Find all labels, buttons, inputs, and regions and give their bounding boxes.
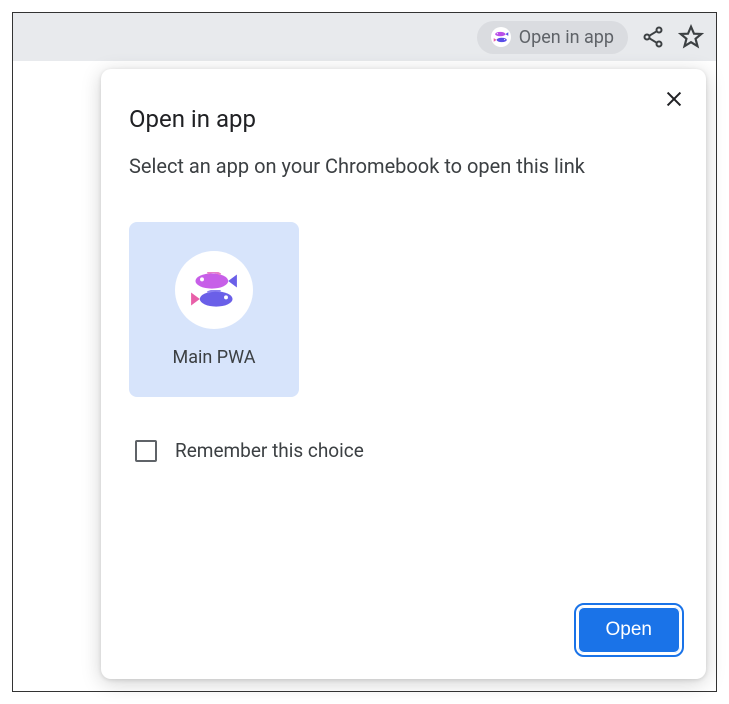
open-button[interactable]: Open: [578, 607, 680, 653]
app-grid: Main PWA: [129, 222, 678, 397]
dialog-title: Open in app: [129, 105, 678, 133]
close-icon[interactable]: [660, 85, 688, 113]
star-icon[interactable]: [678, 24, 704, 50]
dialog-actions: Open: [578, 607, 680, 653]
app-tile-label: Main PWA: [173, 347, 256, 368]
remember-label: Remember this choice: [175, 439, 364, 462]
app-tile-main-pwa[interactable]: Main PWA: [129, 222, 299, 397]
open-in-app-dialog: Open in app Select an app on your Chrome…: [101, 69, 706, 679]
window-frame: Open in app Open in app Select: [12, 12, 717, 692]
remember-row: Remember this choice: [135, 439, 678, 462]
open-in-app-chip[interactable]: Open in app: [477, 21, 628, 54]
chip-label: Open in app: [519, 27, 614, 48]
fish-app-icon: [175, 251, 253, 329]
fish-app-icon: [491, 27, 511, 47]
dialog-description: Select an app on your Chromebook to open…: [129, 151, 678, 182]
remember-checkbox[interactable]: [135, 440, 157, 462]
share-icon[interactable]: [640, 24, 666, 50]
browser-toolbar: Open in app: [13, 13, 716, 61]
